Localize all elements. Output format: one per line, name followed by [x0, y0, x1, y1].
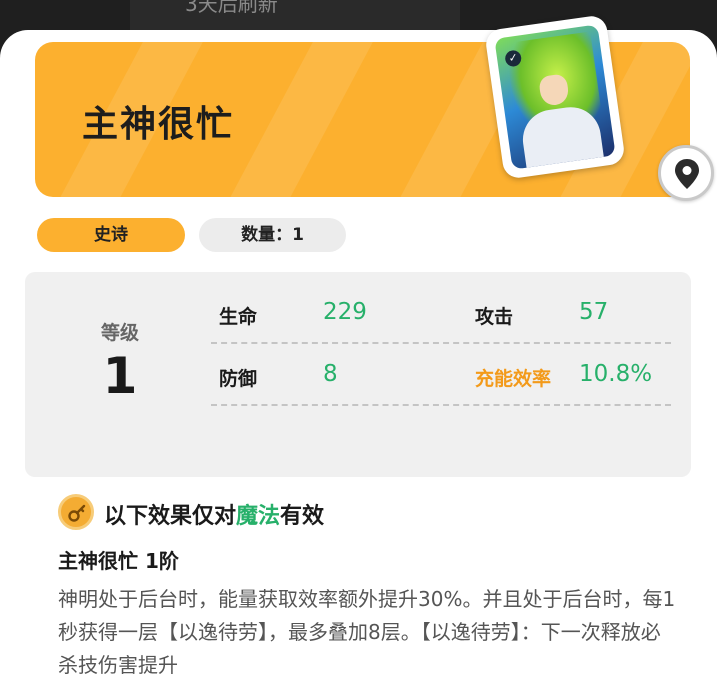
atk-value: 57: [579, 299, 609, 325]
stat-row-def-charge: 防御 8 充能效率 10.8%: [211, 350, 671, 406]
level-value: 1: [102, 347, 138, 405]
hp-label: 生命: [219, 306, 258, 328]
magic-keyword: 魔法: [236, 504, 281, 529]
card-title: 主神很忙: [82, 104, 235, 145]
rarity-badge: 史诗: [37, 218, 185, 252]
location-pin-icon: [675, 159, 699, 189]
quantity-badge: 数量：1: [199, 218, 346, 252]
charge-label: 充能效率: [475, 368, 552, 390]
def-value: 8: [323, 361, 338, 387]
level-label: 等级: [100, 322, 139, 344]
refresh-timer-text: 3天后刷新: [185, 0, 278, 16]
def-label: 防御: [219, 368, 258, 390]
effect-condition-text: 以下效果仅对魔法有效: [104, 504, 325, 529]
key-icon: [58, 494, 94, 530]
charge-value: 10.8%: [579, 361, 653, 387]
stat-row-hp-atk: 生命 229 攻击 57: [211, 288, 671, 344]
skill-description: 神明处于后台时，能量获取效率额外提升30%。并且处于后台时，每1秒获得一层【以逸…: [58, 587, 676, 677]
stats-panel: 等级 1 生命 229 攻击 57 防御 8 充能效率 10.8%: [25, 272, 691, 477]
skill-title: 主神很忙 1阶: [58, 549, 179, 573]
effect-condition: 以下效果仅对魔法有效: [58, 494, 678, 534]
atk-label: 攻击: [475, 306, 514, 328]
hp-value: 229: [323, 299, 367, 325]
character-portrait[interactable]: ✓: [484, 14, 626, 180]
location-button[interactable]: [658, 145, 714, 201]
